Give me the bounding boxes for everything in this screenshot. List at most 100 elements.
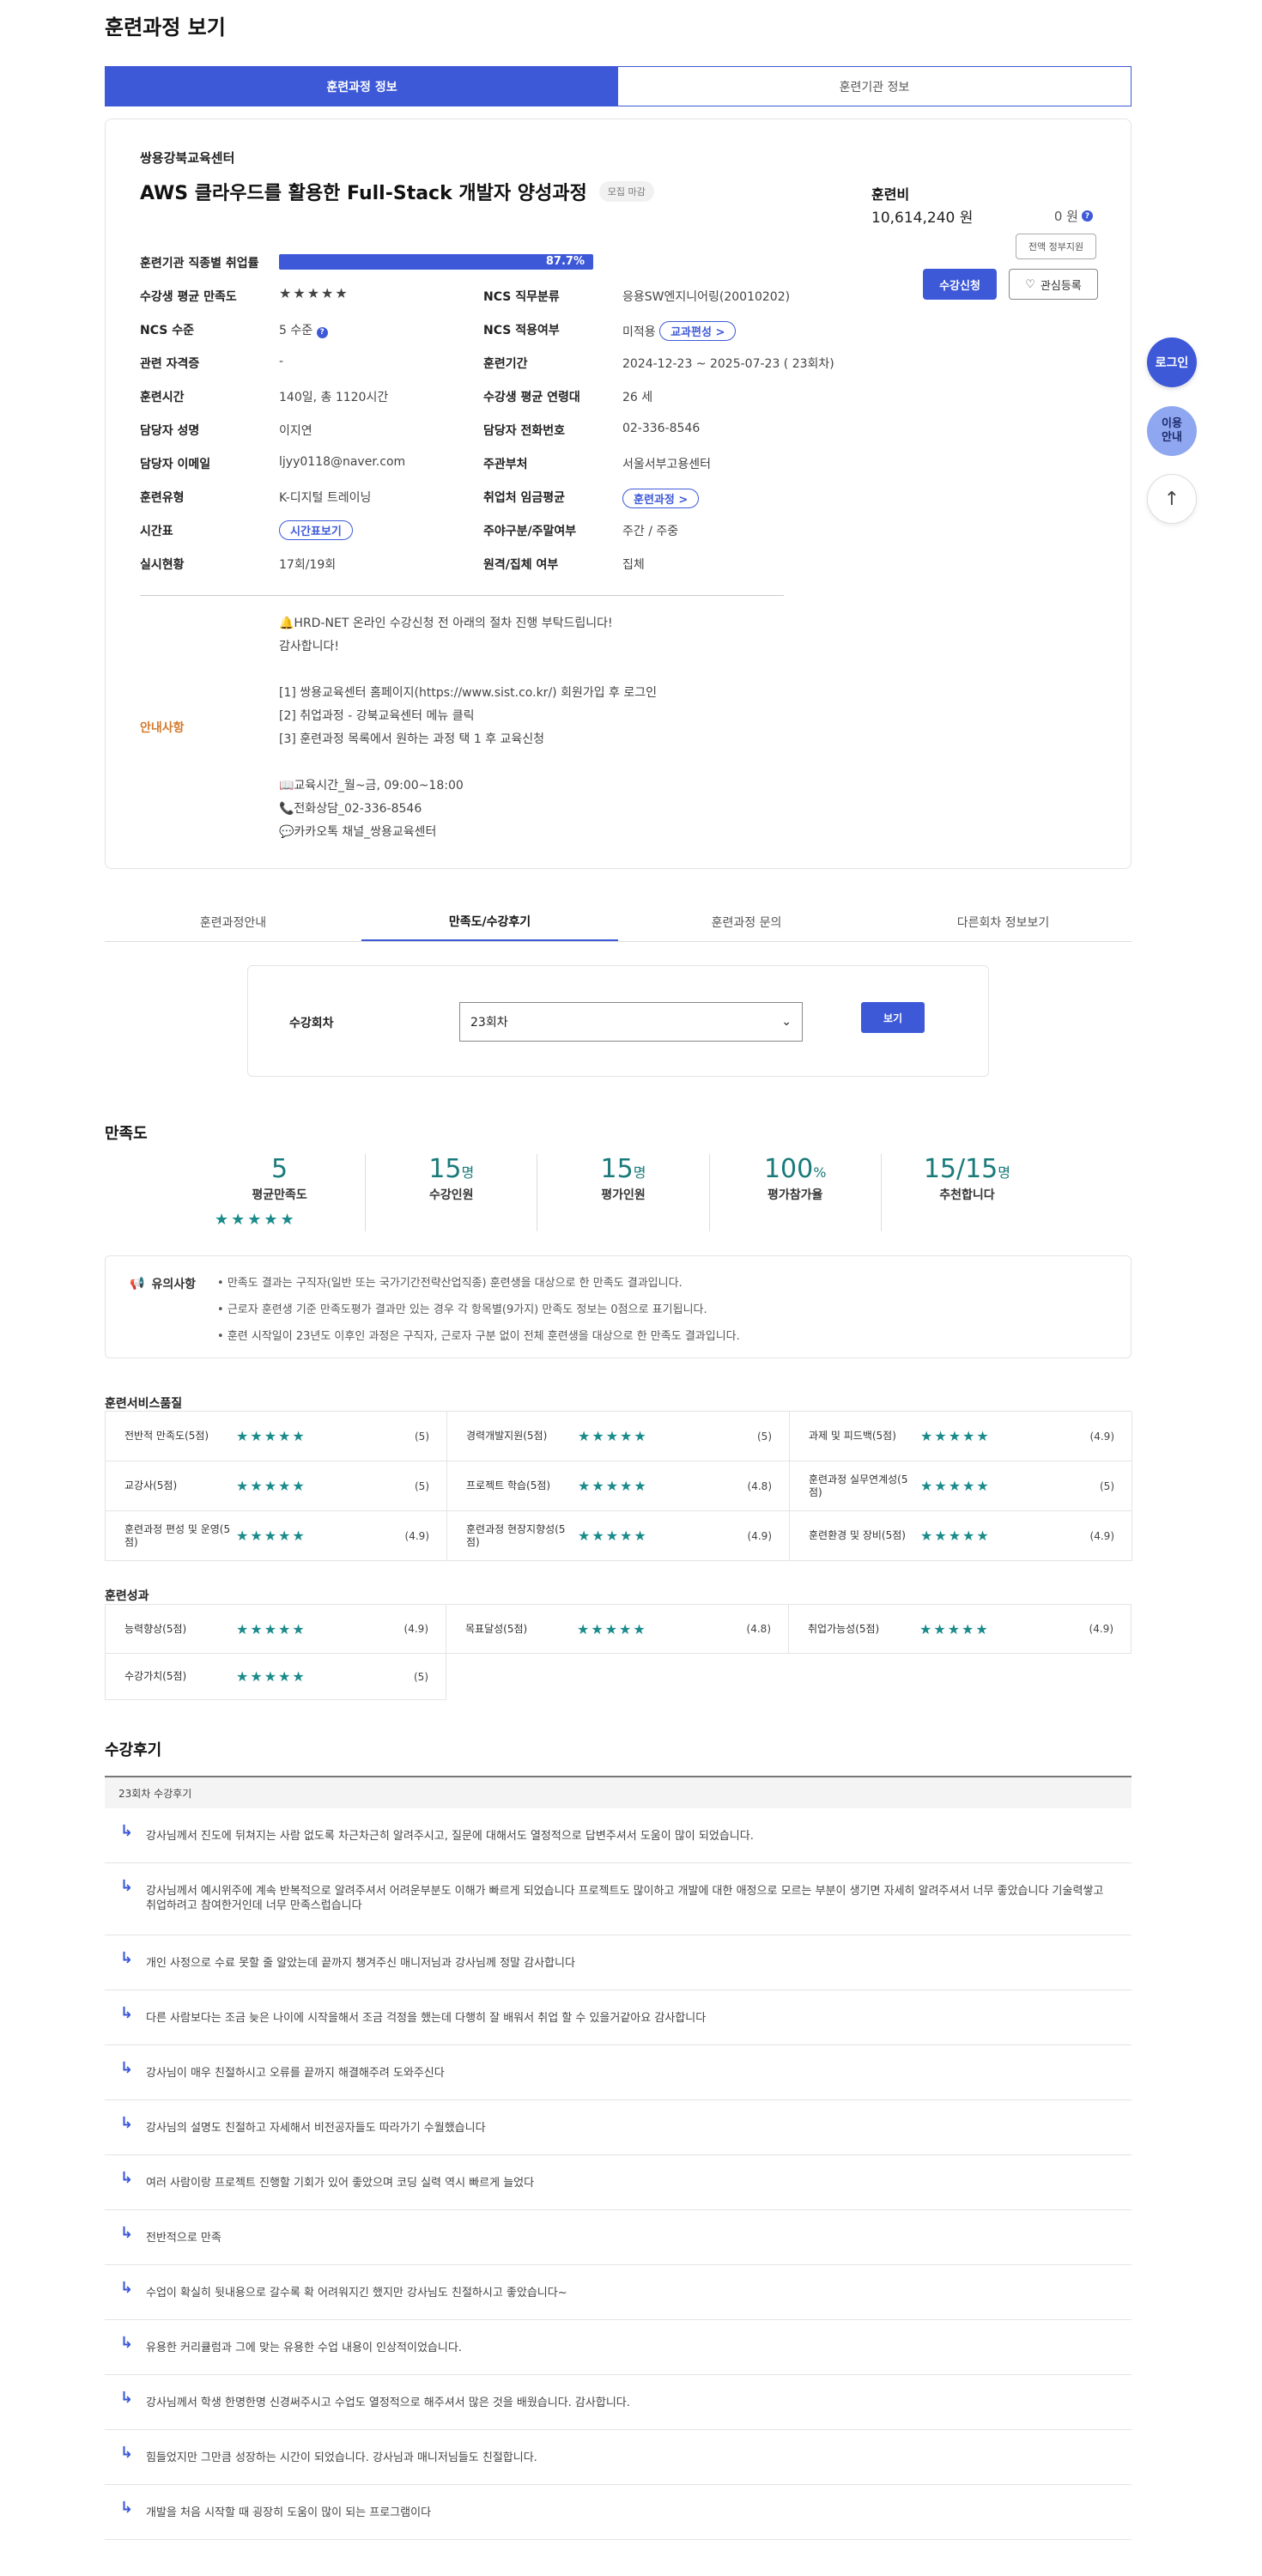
round-filter-box: 수강회차 23회차 ⌄ 보기	[247, 965, 989, 1077]
stat-value: 5	[271, 1154, 288, 1184]
phone-value: 02-336-8546	[622, 422, 701, 435]
satisfaction-stats: 5 평균만족도 15명 수강인원 15명 평가인원 100% 평가참가율 15/…	[194, 1154, 1053, 1231]
review-text: 강사님께서 진도에 뒤쳐지는 사람 없도록 차근차근히 알려주시고, 질문에 대…	[146, 1830, 754, 1843]
outcome-score: (4.9)	[1089, 1623, 1113, 1635]
review-item: ↳ 강사님이 매우 친절하시고 오류를 끝까지 해결해주려 도와주신다	[105, 2045, 1132, 2100]
caution-title-text: 유의사항	[151, 1278, 196, 1291]
service-quality-grid: 전반적 만족도(5점) ★★★★★ (5) 경력개발지원(5점) ★★★★★ (5) 과…	[105, 1411, 1132, 1561]
quality-stars: ★★★★★	[920, 1528, 991, 1544]
curriculum-button[interactable]: 교과편성 >	[659, 321, 737, 341]
caution-title: 📢 유의사항	[130, 1275, 196, 1292]
reply-arrow-icon: ↳	[120, 2444, 134, 2462]
favorite-button[interactable]: ♡ 관심등록	[1009, 269, 1098, 300]
reply-arrow-icon: ↳	[120, 2004, 134, 2022]
arrow-up-icon: ↑	[1163, 488, 1180, 510]
guide-label-line: 안내	[1162, 431, 1182, 444]
quality-item: 프로젝트 학습(5점) ★★★★★ (4.8)	[447, 1461, 790, 1511]
login-button[interactable]: 로그인	[1147, 337, 1197, 387]
help-icon[interactable]: ?	[1082, 210, 1093, 222]
megaphone-icon: 📢	[130, 1277, 145, 1291]
stat-label: 평가참가율	[768, 1188, 823, 1202]
quality-item: 교강사(5점) ★★★★★ (5)	[106, 1461, 447, 1511]
outcome-stars: ★★★★★	[236, 1668, 306, 1685]
stat-enrolled: 15명 수강인원	[366, 1154, 538, 1231]
course-title: AWS 클라우드를 활용한 Full-Stack 개발자 양성과정	[140, 183, 587, 204]
stat-evaluators: 15명 평가인원	[537, 1154, 710, 1231]
review-text: 힘들었지만 그만큼 성장하는 시간이 되었습니다. 강사님과 매니저님들도 친절…	[146, 2451, 537, 2464]
stat-unit: 명	[633, 1164, 646, 1181]
notice-line: [1] 쌍용교육센터 홈페이지(https://www.sist.co.kr/)…	[279, 686, 658, 700]
quality-score: (5)	[415, 1430, 429, 1443]
review-item: ↳ 전반적으로 만족	[105, 2210, 1132, 2265]
ncs-field-value: 응용SW엔지니어링(20010202)	[622, 290, 791, 304]
tab-course-inquiry[interactable]: 훈련과정 문의	[618, 903, 875, 941]
section-tab-bar: 훈련과정안내 만족도/수강후기 훈련과정 문의 다른회차 정보보기	[105, 903, 1132, 942]
tab-institution-info[interactable]: 훈련기관 정보	[618, 67, 1131, 106]
ncs-field-label: NCS 직무분류	[483, 290, 560, 304]
review-item: ↳ 개발을 처음 시작할 때 굉장히 도움이 많이 되는 프로그램이다	[105, 2485, 1132, 2540]
tab-course-info[interactable]: 훈련과정 정보	[106, 67, 618, 106]
daynight-value: 주간 / 주중	[622, 525, 679, 538]
quality-stars: ★★★★★	[578, 1478, 648, 1494]
type-label: 훈련유형	[140, 491, 185, 505]
manager-label: 담당자 성명	[140, 424, 200, 438]
guide-label-line: 이용	[1162, 417, 1182, 430]
caution-box: 📢 유의사항 만족도 결과는 구직자(일반 또는 국가기간전략산업직종) 훈련생…	[105, 1255, 1132, 1358]
scroll-top-button[interactable]: ↑	[1147, 474, 1197, 524]
reply-arrow-icon: ↳	[120, 1877, 134, 1895]
outcomes-grid: 능력향상(5점) ★★★★★ (4.9) 목표달성(5점) ★★★★★ (4.8) 취업…	[105, 1604, 1132, 1700]
wage-label: 취업처 임금평균	[483, 491, 566, 505]
wage-course-button[interactable]: 훈련과정 >	[622, 489, 700, 508]
reply-arrow-icon: ↳	[120, 2389, 134, 2407]
outcome-stars: ★★★★★	[577, 1620, 647, 1637]
stat-label: 추천합니다	[939, 1188, 995, 1202]
schedule-value: 시간표보기	[279, 520, 353, 540]
outcome-stars: ★★★★★	[236, 1620, 306, 1637]
round-filter-label: 수강회차	[289, 1017, 334, 1030]
stat-unit: 명	[998, 1164, 1011, 1181]
notice-text: 🔔HRD-NET 온라인 수강신청 전 아래의 절차 진행 부탁드립니다! 감사…	[279, 612, 657, 844]
tab-other-rounds[interactable]: 다른회차 정보보기	[875, 903, 1132, 941]
fee-row: 10,614,240 원 0 원 ?	[871, 205, 1093, 227]
quality-score: (4.8)	[747, 1479, 772, 1492]
outcomes-title: 훈련성과	[105, 1589, 149, 1603]
caution-list: 만족도 결과는 구직자(일반 또는 국가기간전략산업직종) 훈련생을 대상으로 …	[217, 1270, 740, 1350]
quality-label: 훈련과정 실무연계성(5점)	[809, 1473, 908, 1498]
status-label: 실시현황	[140, 558, 185, 572]
help-icon[interactable]: ?	[316, 326, 328, 338]
avg-stars: ★★★★★	[215, 1211, 297, 1229]
guide-button[interactable]: 이용 안내	[1147, 406, 1197, 456]
review-text: 다른 사람보다는 조금 늦은 나이에 시작을해서 조금 걱정을 했는데 다행히 …	[146, 2012, 707, 2025]
round-select[interactable]: 23회차 ⌄	[459, 1002, 803, 1042]
notice-line: 📖교육시간_월~금, 09:00~18:00	[279, 779, 464, 793]
apply-button[interactable]: 수강신청	[923, 269, 997, 300]
reply-arrow-icon: ↳	[120, 2224, 134, 2242]
outcome-item: 취업가능성(5점) ★★★★★ (4.9)	[789, 1604, 1132, 1654]
schedule-button[interactable]: 시간표보기	[279, 520, 353, 540]
reply-arrow-icon: ↳	[120, 2114, 134, 2132]
quality-label: 경력개발지원(5점)	[466, 1430, 548, 1442]
caution-item: 근로자 훈련생 기준 만족도평가 결과만 있는 경우 각 항목별(9가지) 만족…	[217, 1297, 740, 1323]
review-text: 수업이 확실히 뒷내용으로 갈수록 확 어려워지긴 했지만 강사님도 친절하시고…	[146, 2287, 567, 2300]
schedule-label: 시간표	[140, 525, 173, 538]
tab-satisfaction-reviews[interactable]: 만족도/수강후기	[361, 903, 618, 941]
review-item: ↳ 여러 사람이랑 프로젝트 진행할 기회가 있어 좋았으며 코딩 실력 역시 빠…	[105, 2155, 1132, 2210]
reply-arrow-icon: ↳	[120, 2279, 134, 2297]
tab-course-guide[interactable]: 훈련과정안내	[105, 903, 361, 941]
stat-value: 100	[763, 1154, 814, 1184]
stat-label: 평균만족도	[252, 1188, 307, 1202]
email-label: 담당자 이메일	[140, 458, 211, 471]
ncs-apply-text: 미적용	[622, 325, 656, 339]
review-text: 전반적으로 만족	[146, 2232, 221, 2245]
dept-value: 서울서부고용센터	[622, 458, 712, 471]
review-text: 여러 사람이랑 프로젝트 진행할 기회가 있어 좋았으며 코딩 실력 역시 빠르…	[146, 2177, 535, 2190]
employment-rate-value: 87.7%	[545, 255, 585, 268]
quality-score: (4.9)	[747, 1529, 772, 1542]
satisfaction-stars: ★★★★★	[279, 285, 349, 301]
top-tab-bar: 훈련과정 정보 훈련기관 정보	[105, 66, 1132, 106]
stat-num: 15명	[537, 1154, 708, 1184]
view-button[interactable]: 보기	[861, 1002, 925, 1033]
ncs-apply-value: 미적용 교과편성 >	[622, 321, 737, 341]
review-text: 개인 사정으로 수료 못할 줄 알았는데 끝까지 챙겨주신 매니저님과 강사님께…	[146, 1957, 575, 1970]
stat-participation: 100% 평가참가율	[710, 1154, 882, 1231]
